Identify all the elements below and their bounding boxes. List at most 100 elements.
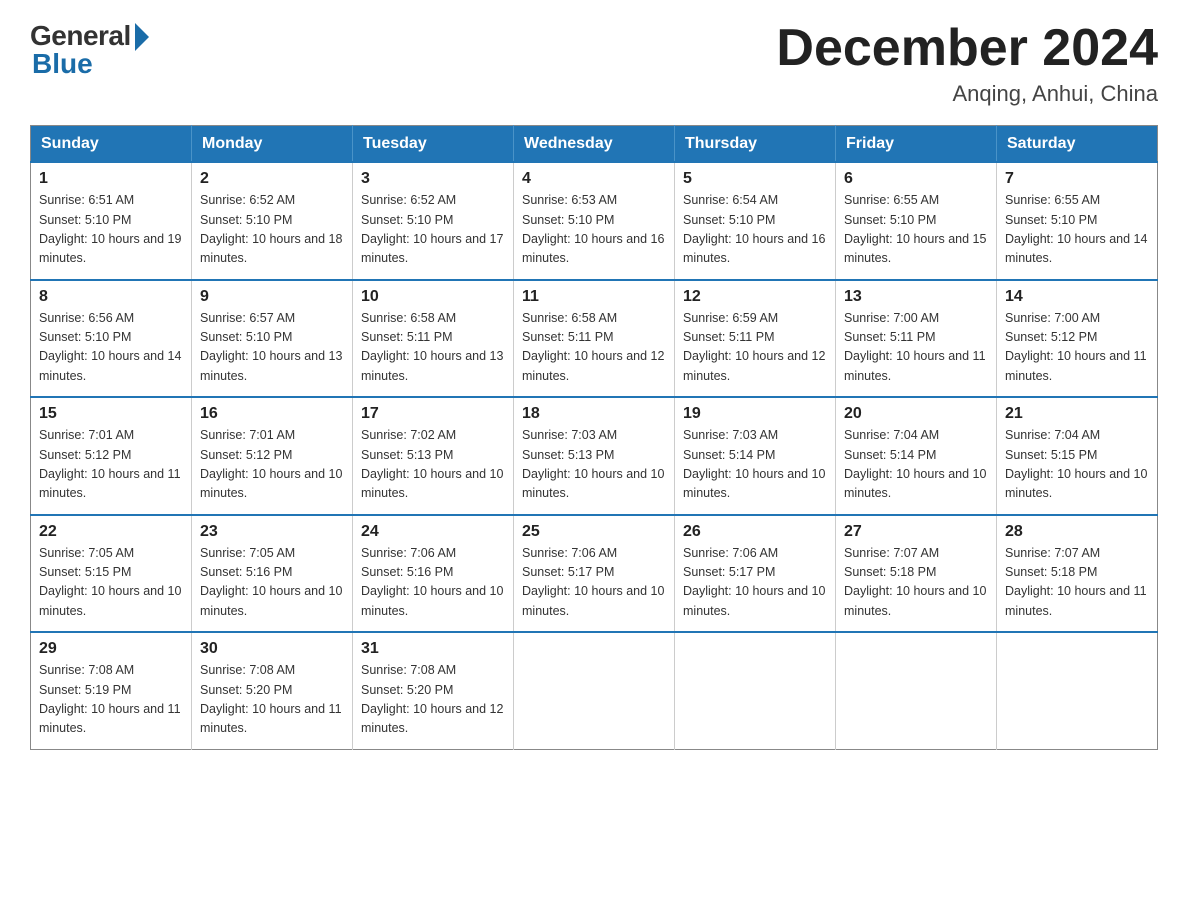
calendar-cell: 20 Sunrise: 7:04 AMSunset: 5:14 PMDayligh… [836,397,997,515]
day-number: 21 [1005,405,1149,423]
day-number: 25 [522,523,666,541]
day-number: 9 [200,288,344,306]
calendar-cell: 16 Sunrise: 7:01 AMSunset: 5:12 PMDayligh… [192,397,353,515]
day-number: 16 [200,405,344,423]
day-number: 13 [844,288,988,306]
day-info: Sunrise: 7:04 AMSunset: 5:14 PMDaylight:… [844,426,988,504]
calendar-cell: 21 Sunrise: 7:04 AMSunset: 5:15 PMDayligh… [997,397,1158,515]
day-number: 11 [522,288,666,306]
day-number: 7 [1005,170,1149,188]
calendar-cell: 14Sunrise: 7:00 AMSunset: 5:12 PMDayligh… [997,280,1158,398]
day-number: 6 [844,170,988,188]
logo-arrow-icon [135,23,149,51]
calendar-cell: 12Sunrise: 6:59 AMSunset: 5:11 PMDayligh… [675,280,836,398]
calendar-table: SundayMondayTuesdayWednesdayThursdayFrid… [30,125,1158,750]
day-number: 10 [361,288,505,306]
day-number: 24 [361,523,505,541]
day-info: Sunrise: 7:06 AMSunset: 5:17 PMDaylight:… [683,544,827,622]
calendar-week-row: 1 Sunrise: 6:51 AMSunset: 5:10 PMDaylight… [31,162,1158,280]
calendar-cell: 7 Sunrise: 6:55 AMSunset: 5:10 PMDaylight… [997,162,1158,280]
day-info: Sunrise: 6:58 AMSunset: 5:11 PMDaylight:… [522,309,666,387]
day-number: 17 [361,405,505,423]
calendar-cell [997,632,1158,749]
calendar-week-row: 22 Sunrise: 7:05 AMSunset: 5:15 PMDayligh… [31,515,1158,633]
day-info: Sunrise: 7:01 AMSunset: 5:12 PMDaylight:… [200,426,344,504]
day-info: Sunrise: 6:55 AMSunset: 5:10 PMDaylight:… [1005,191,1149,269]
logo-blue-text: Blue [32,48,93,80]
calendar-cell [514,632,675,749]
calendar-cell: 2 Sunrise: 6:52 AMSunset: 5:10 PMDaylight… [192,162,353,280]
calendar-cell: 6 Sunrise: 6:55 AMSunset: 5:10 PMDaylight… [836,162,997,280]
day-info: Sunrise: 7:08 AMSunset: 5:19 PMDaylight:… [39,661,183,739]
calendar-cell: 31Sunrise: 7:08 AMSunset: 5:20 PMDayligh… [353,632,514,749]
day-number: 4 [522,170,666,188]
calendar-week-row: 29 Sunrise: 7:08 AMSunset: 5:19 PMDayligh… [31,632,1158,749]
day-info: Sunrise: 7:07 AMSunset: 5:18 PMDaylight:… [1005,544,1149,622]
day-info: Sunrise: 7:01 AMSunset: 5:12 PMDaylight:… [39,426,183,504]
day-info: Sunrise: 6:54 AMSunset: 5:10 PMDaylight:… [683,191,827,269]
calendar-cell: 23Sunrise: 7:05 AMSunset: 5:16 PMDayligh… [192,515,353,633]
calendar-cell: 9 Sunrise: 6:57 AMSunset: 5:10 PMDaylight… [192,280,353,398]
day-number: 1 [39,170,183,188]
calendar-cell: 18 Sunrise: 7:03 AMSunset: 5:13 PMDayligh… [514,397,675,515]
calendar-cell: 22 Sunrise: 7:05 AMSunset: 5:15 PMDayligh… [31,515,192,633]
day-number: 20 [844,405,988,423]
day-number: 8 [39,288,183,306]
day-info: Sunrise: 7:03 AMSunset: 5:13 PMDaylight:… [522,426,666,504]
calendar-cell: 28Sunrise: 7:07 AMSunset: 5:18 PMDayligh… [997,515,1158,633]
day-info: Sunrise: 6:53 AMSunset: 5:10 PMDaylight:… [522,191,666,269]
weekday-header-tuesday: Tuesday [353,126,514,163]
day-info: Sunrise: 7:06 AMSunset: 5:17 PMDaylight:… [522,544,666,622]
day-info: Sunrise: 7:08 AMSunset: 5:20 PMDaylight:… [361,661,505,739]
day-number: 15 [39,405,183,423]
day-info: Sunrise: 6:52 AMSunset: 5:10 PMDaylight:… [200,191,344,269]
day-number: 29 [39,640,183,658]
day-info: Sunrise: 7:06 AMSunset: 5:16 PMDaylight:… [361,544,505,622]
weekday-header-row: SundayMondayTuesdayWednesdayThursdayFrid… [31,126,1158,163]
title-block: December 2024 Anqing, Anhui, China [776,20,1158,107]
day-info: Sunrise: 6:56 AMSunset: 5:10 PMDaylight:… [39,309,183,387]
calendar-cell: 30Sunrise: 7:08 AMSunset: 5:20 PMDayligh… [192,632,353,749]
calendar-cell: 25 Sunrise: 7:06 AMSunset: 5:17 PMDayligh… [514,515,675,633]
day-info: Sunrise: 7:07 AMSunset: 5:18 PMDaylight:… [844,544,988,622]
calendar-cell: 13 Sunrise: 7:00 AMSunset: 5:11 PMDayligh… [836,280,997,398]
calendar-cell: 15 Sunrise: 7:01 AMSunset: 5:12 PMDayligh… [31,397,192,515]
calendar-cell [836,632,997,749]
calendar-cell: 10 Sunrise: 6:58 AMSunset: 5:11 PMDayligh… [353,280,514,398]
day-info: Sunrise: 6:58 AMSunset: 5:11 PMDaylight:… [361,309,505,387]
logo: General Blue [30,20,149,80]
day-info: Sunrise: 6:55 AMSunset: 5:10 PMDaylight:… [844,191,988,269]
page-header: General Blue December 2024 Anqing, Anhui… [30,20,1158,107]
day-info: Sunrise: 6:51 AMSunset: 5:10 PMDaylight:… [39,191,183,269]
calendar-cell: 11 Sunrise: 6:58 AMSunset: 5:11 PMDayligh… [514,280,675,398]
month-year-title: December 2024 [776,20,1158,77]
day-number: 2 [200,170,344,188]
weekday-header-wednesday: Wednesday [514,126,675,163]
day-info: Sunrise: 7:00 AMSunset: 5:11 PMDaylight:… [844,309,988,387]
weekday-header-saturday: Saturday [997,126,1158,163]
calendar-cell: 19 Sunrise: 7:03 AMSunset: 5:14 PMDayligh… [675,397,836,515]
day-info: Sunrise: 7:05 AMSunset: 5:15 PMDaylight:… [39,544,183,622]
day-number: 22 [39,523,183,541]
calendar-cell: 5 Sunrise: 6:54 AMSunset: 5:10 PMDaylight… [675,162,836,280]
weekday-header-monday: Monday [192,126,353,163]
day-info: Sunrise: 7:05 AMSunset: 5:16 PMDaylight:… [200,544,344,622]
day-number: 30 [200,640,344,658]
day-info: Sunrise: 7:03 AMSunset: 5:14 PMDaylight:… [683,426,827,504]
weekday-header-thursday: Thursday [675,126,836,163]
day-info: Sunrise: 7:00 AMSunset: 5:12 PMDaylight:… [1005,309,1149,387]
calendar-week-row: 15 Sunrise: 7:01 AMSunset: 5:12 PMDayligh… [31,397,1158,515]
day-info: Sunrise: 7:04 AMSunset: 5:15 PMDaylight:… [1005,426,1149,504]
day-number: 12 [683,288,827,306]
day-info: Sunrise: 6:57 AMSunset: 5:10 PMDaylight:… [200,309,344,387]
day-number: 18 [522,405,666,423]
calendar-cell: 4 Sunrise: 6:53 AMSunset: 5:10 PMDaylight… [514,162,675,280]
day-number: 26 [683,523,827,541]
day-number: 5 [683,170,827,188]
calendar-cell: 26 Sunrise: 7:06 AMSunset: 5:17 PMDayligh… [675,515,836,633]
day-number: 19 [683,405,827,423]
calendar-cell: 3Sunrise: 6:52 AMSunset: 5:10 PMDaylight… [353,162,514,280]
calendar-cell: 29 Sunrise: 7:08 AMSunset: 5:19 PMDayligh… [31,632,192,749]
calendar-week-row: 8 Sunrise: 6:56 AMSunset: 5:10 PMDaylight… [31,280,1158,398]
day-number: 3 [361,170,505,188]
